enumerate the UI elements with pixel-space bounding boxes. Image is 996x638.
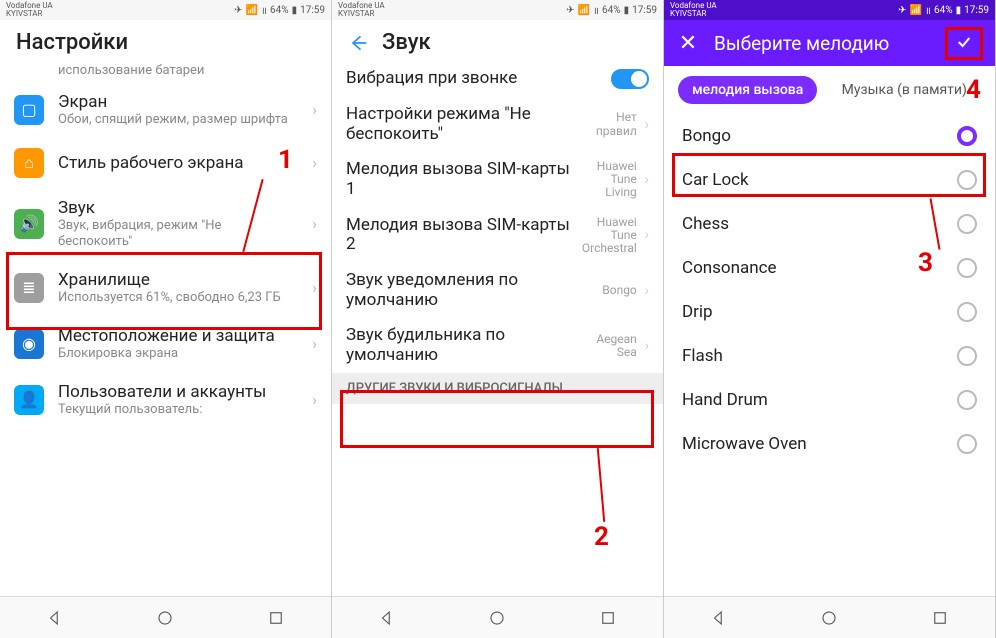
status-bar: Vodafone UAKYIVSTAR ✈ 📶 ॥ 64% ▮ 17:59 — [0, 0, 331, 20]
nav-back-icon[interactable] — [710, 609, 728, 627]
radio[interactable] — [957, 346, 977, 366]
annotation-4: 4 — [966, 75, 981, 105]
toggle-on[interactable] — [611, 69, 649, 89]
nav-recent-icon[interactable] — [931, 609, 949, 627]
wifi-icon: 📶 — [910, 5, 922, 16]
ringtone-drip[interactable]: Drip — [664, 290, 995, 334]
chevron-right-icon: › — [645, 117, 649, 133]
nav-back-icon[interactable] — [46, 609, 64, 627]
settings-item-sound[interactable]: 🔊 ЗвукЗвук, вибрация, режим "Не беспокои… — [0, 188, 331, 260]
annotation-2: 2 — [594, 522, 609, 552]
page-header: Звук — [332, 20, 663, 61]
chevron-right-icon: › — [645, 172, 649, 188]
nav-home-icon[interactable] — [820, 609, 838, 627]
highlight-1 — [6, 252, 322, 330]
ringtone-consonance[interactable]: Consonance — [664, 246, 995, 290]
settings-item-users[interactable]: 👤 Пользователи и аккаунтыТекущий пользов… — [0, 372, 331, 428]
nav-recent-icon[interactable] — [267, 609, 285, 627]
tab-row: мелодия вызова Музыка (в памяти) — [664, 66, 995, 114]
sound-row-sim2[interactable]: Мелодия вызова SIM-карты 2 Huawei Tune O… — [332, 208, 663, 264]
phone-sound: Vodafone UAKYIVSTAR ✈ 📶 ॥ 64% ▮ 17:59 Зв… — [332, 0, 664, 638]
sound-row-dnd[interactable]: Настройки режима "Не беспокоить" Нет пра… — [332, 97, 663, 152]
wifi-icon: 📶 — [578, 5, 590, 16]
highlight-3 — [672, 153, 986, 197]
users-icon: 👤 — [14, 385, 44, 415]
chevron-right-icon: › — [645, 283, 649, 299]
highlight-2 — [340, 390, 654, 448]
close-icon[interactable]: ✕ — [676, 31, 700, 56]
android-navbar — [664, 596, 995, 638]
location-icon: ◉ — [14, 329, 44, 359]
paperplane-icon: ✈ — [234, 5, 242, 16]
status-bar: Vodafone UAKYIVSTAR ✈ 📶 ॥ 64% ▮ 17:59 — [332, 0, 663, 20]
partial-item[interactable]: использование батареи — [0, 61, 331, 82]
tab-music[interactable]: Музыка (в памяти) — [828, 76, 981, 104]
nav-recent-icon[interactable] — [599, 609, 617, 627]
paperplane-icon: ✈ — [898, 5, 906, 16]
page-title: Звук — [382, 30, 431, 55]
ringtone-microwave[interactable]: Microwave Oven — [664, 422, 995, 466]
confirm-check-icon[interactable] — [945, 27, 983, 60]
chevron-right-icon: › — [312, 100, 317, 119]
settings-item-display[interactable]: ▢ ЭкранОбои, спящий режим, размер шрифта… — [0, 82, 331, 138]
radio-selected[interactable] — [957, 126, 977, 146]
radio[interactable] — [957, 258, 977, 278]
paperplane-icon: ✈ — [566, 5, 574, 16]
annotation-3: 3 — [918, 248, 933, 278]
radio[interactable] — [957, 214, 977, 234]
battery-icon: ▮ — [624, 5, 630, 16]
chevron-right-icon: › — [645, 338, 649, 354]
sound-row-alarm[interactable]: Звук будильника по умолчанию Aegean Sea … — [332, 318, 663, 373]
page-header: ✕ Выберите мелодию — [664, 20, 995, 66]
ringtone-flash[interactable]: Flash — [664, 334, 995, 378]
ringtone-handdrum[interactable]: Hand Drum — [664, 378, 995, 422]
android-navbar — [0, 596, 331, 638]
ringtone-bongo[interactable]: Bongo — [664, 114, 995, 158]
android-navbar — [332, 596, 663, 638]
chevron-right-icon: › — [312, 334, 317, 353]
page-title: Настройки — [0, 20, 331, 61]
radio[interactable] — [957, 302, 977, 322]
phone-ringtone: Vodafone UAKYIVSTAR ✈ 📶 ॥ 64% ▮ 17:59 ✕ … — [664, 0, 996, 638]
sound-row-vibrate[interactable]: Вибрация при звонке — [332, 61, 663, 97]
phone-settings: Vodafone UAKYIVSTAR ✈ 📶 ॥ 64% ▮ 17:59 На… — [0, 0, 332, 638]
radio[interactable] — [957, 434, 977, 454]
display-icon: ▢ — [14, 95, 44, 125]
nav-back-icon[interactable] — [378, 609, 396, 627]
home-style-icon: ⌂ — [14, 148, 44, 178]
ringtone-chess[interactable]: Chess — [664, 202, 995, 246]
chevron-right-icon: › — [312, 214, 317, 233]
page-title: Выберите мелодию — [714, 32, 931, 55]
sound-row-notification[interactable]: Звук уведомления по умолчанию Bongo › — [332, 263, 663, 318]
nav-home-icon[interactable] — [156, 609, 174, 627]
sound-icon: 🔊 — [14, 209, 44, 239]
nav-home-icon[interactable] — [488, 609, 506, 627]
radio[interactable] — [957, 390, 977, 410]
chevron-right-icon: › — [312, 390, 317, 409]
status-bar: Vodafone UAKYIVSTAR ✈ 📶 ॥ 64% ▮ 17:59 — [664, 0, 995, 20]
back-arrow-icon[interactable] — [348, 33, 368, 53]
wifi-icon: 📶 — [246, 5, 258, 16]
tab-ringtone[interactable]: мелодия вызова — [678, 76, 817, 104]
annotation-arrow-2 — [597, 448, 605, 522]
chevron-right-icon: › — [312, 153, 317, 172]
annotation-1: 1 — [278, 145, 293, 175]
battery-icon: ▮ — [956, 5, 962, 16]
chevron-right-icon: › — [645, 227, 649, 243]
battery-icon: ▮ — [292, 5, 298, 16]
sound-row-sim1[interactable]: Мелодия вызова SIM-карты 1 Huawei Tune L… — [332, 152, 663, 208]
